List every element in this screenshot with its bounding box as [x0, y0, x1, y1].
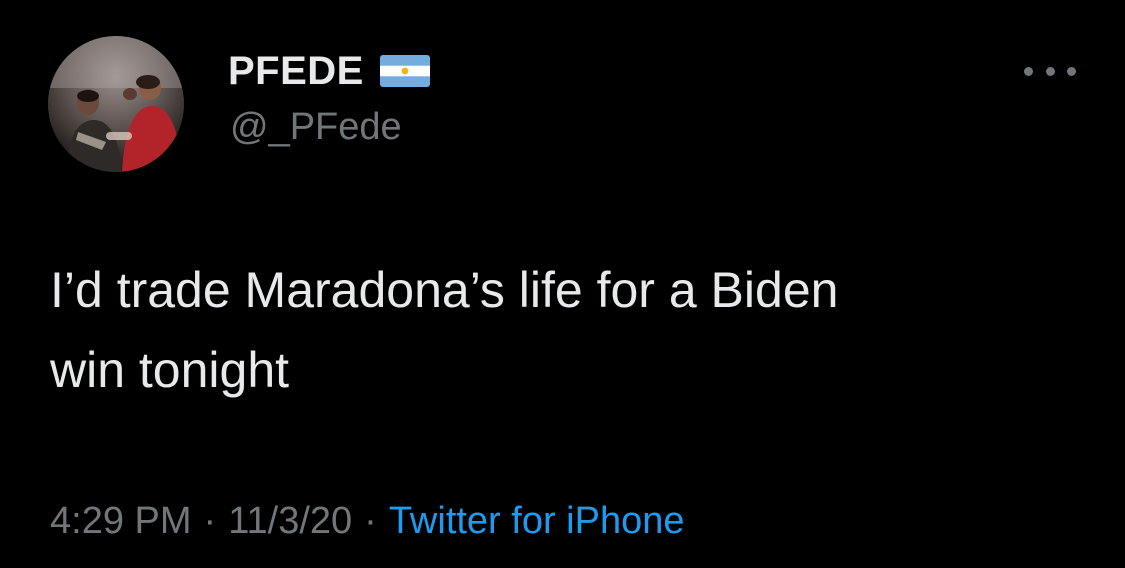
tweet-date[interactable]: 11/3/20 [228, 500, 352, 542]
author-display-name[interactable]: PFEDE [228, 46, 364, 96]
avatar[interactable] [48, 36, 184, 172]
author-handle[interactable]: @_PFede [230, 104, 402, 150]
meta-separator: · [203, 500, 217, 542]
tweet: PFEDE @_PFede I’d trade Maradona’s life … [0, 0, 1125, 568]
avatar-photo [48, 36, 184, 172]
more-dot-icon [1024, 66, 1033, 76]
tweet-time[interactable]: 4:29 PM [50, 500, 192, 542]
tweet-text: I’d trade Maradona’s life for a Biden wi… [50, 262, 839, 398]
tweet-source-link[interactable]: Twitter for iPhone [389, 500, 685, 542]
more-options-button[interactable] [1024, 58, 1076, 84]
more-dot-icon [1045, 66, 1055, 76]
meta-separator: · [364, 500, 377, 542]
tweet-metadata: 4:29 PM · 11/3/20 · Twitter for iPhone [50, 496, 685, 546]
argentina-flag-icon [379, 55, 430, 87]
author-name-row[interactable]: PFEDE [228, 46, 430, 96]
more-dot-icon [1067, 66, 1076, 76]
